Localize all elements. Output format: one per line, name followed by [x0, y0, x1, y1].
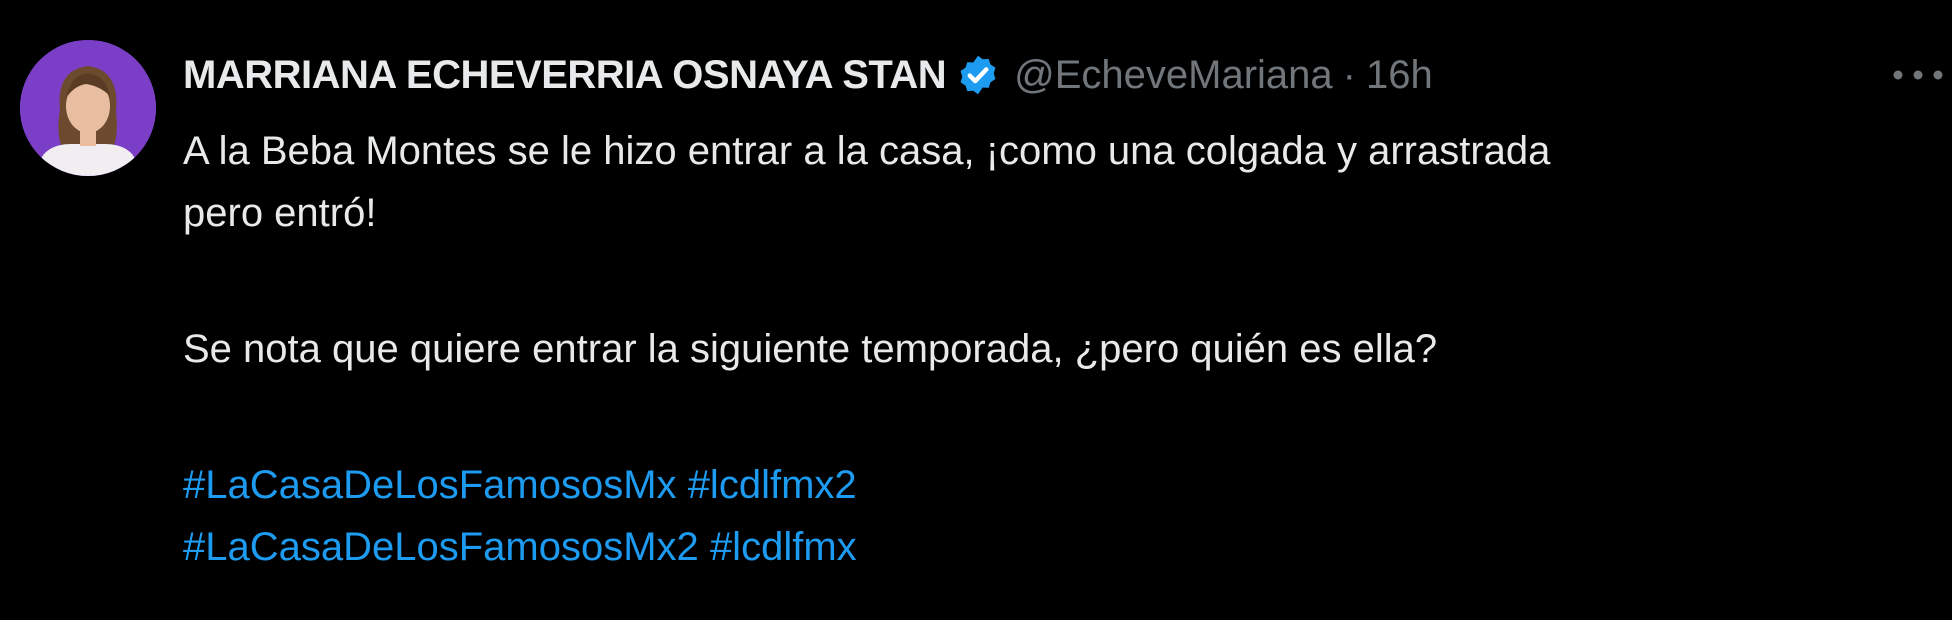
- hashtag-line: #LaCasaDeLosFamososMx2 #lcdlfmx: [183, 516, 1952, 578]
- tweet-text: A la Beba Montes se le hizo entrar a la …: [183, 120, 1952, 578]
- hashtag-line: #LaCasaDeLosFamososMx #lcdlfmx2: [183, 454, 1952, 516]
- verified-badge-icon[interactable]: [956, 53, 1000, 97]
- hashtag-link[interactable]: #lcdlfmx: [710, 525, 857, 569]
- avatar-image: [20, 40, 156, 176]
- hashtag-link[interactable]: #lcdlfmx2: [688, 463, 857, 507]
- hashtag-link[interactable]: #LaCasaDeLosFamososMx: [183, 463, 677, 507]
- tweet-text-line: A la Beba Montes se le hizo entrar a la …: [183, 129, 1551, 173]
- hashtag-link[interactable]: #LaCasaDeLosFamososMx2: [183, 525, 699, 569]
- tweet-header: MARRIANA ECHEVERRIA OSNAYA STAN @EcheveM…: [183, 42, 1433, 108]
- tweet[interactable]: MARRIANA ECHEVERRIA OSNAYA STAN @EcheveM…: [0, 0, 1952, 620]
- tweet-text-line: Se nota que quiere entrar la siguiente t…: [183, 327, 1438, 371]
- separator-dot: ·: [1342, 52, 1356, 97]
- tweet-text-line: pero entró!: [183, 191, 377, 235]
- tweet-timestamp[interactable]: 16h: [1366, 53, 1433, 98]
- avatar[interactable]: [20, 40, 156, 176]
- display-name[interactable]: MARRIANA ECHEVERRIA OSNAYA STAN: [183, 53, 947, 98]
- user-handle[interactable]: @EcheveMariana: [1014, 53, 1333, 98]
- more-options-icon[interactable]: [1890, 50, 1950, 100]
